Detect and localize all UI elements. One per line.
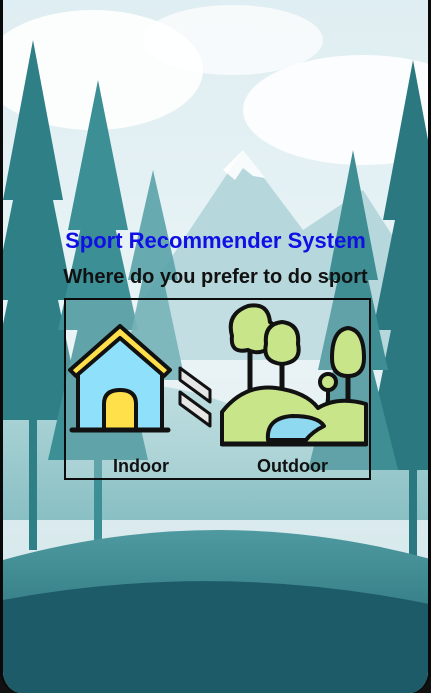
question-text: Where do you prefer to do sport bbox=[63, 266, 368, 288]
house-icon bbox=[68, 324, 172, 433]
main-content: Sport Recommender System Where do you pr… bbox=[3, 0, 428, 693]
outdoor-option[interactable]: Outdoor bbox=[216, 300, 369, 478]
indoor-option[interactable]: Indoor bbox=[66, 300, 216, 478]
divider-stripes-icon bbox=[178, 366, 212, 428]
indoor-label: Indoor bbox=[113, 456, 169, 476]
park-icon bbox=[220, 303, 368, 447]
outdoor-label: Outdoor bbox=[257, 456, 328, 476]
location-choice-box: Indoor Outdoor bbox=[64, 298, 371, 480]
app-screen: Sport Recommender System Where do you pr… bbox=[0, 0, 431, 693]
app-title: Sport Recommender System bbox=[65, 228, 366, 253]
